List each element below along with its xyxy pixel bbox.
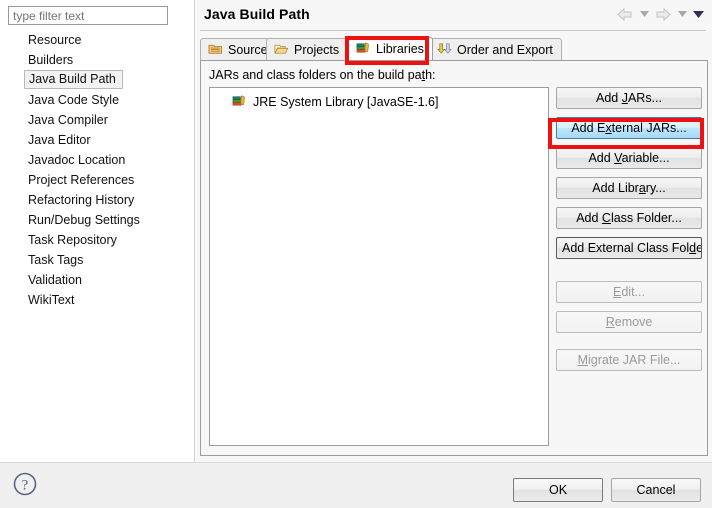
sidebar-item-wikitext[interactable]: WikiText: [0, 290, 194, 310]
button-label-mnemonic: M: [577, 353, 589, 367]
preferences-sidebar: ResourceBuildersJava Build PathJava Code…: [0, 0, 194, 462]
tab-libraries[interactable]: Libraries: [348, 37, 433, 60]
tab-label: Libraries: [376, 42, 424, 56]
filter-input[interactable]: [8, 6, 168, 25]
button-label-pre: Add E: [571, 121, 606, 135]
button-label-post: ry...: [645, 181, 666, 195]
dialog-button-bar: ?: [0, 462, 712, 508]
sidebar-item-task-tags[interactable]: Task Tags: [0, 250, 194, 270]
tabstrip-underline: [200, 60, 708, 61]
preference-page-content: Java Build Path Source Projects Librarie…: [196, 0, 712, 462]
sidebar-item-java-compiler[interactable]: Java Compiler: [0, 110, 194, 130]
sidebar-item-java-editor[interactable]: Java Editor: [0, 130, 194, 150]
tab-label: Order and Export: [457, 42, 553, 57]
add-variable-button[interactable]: Add Variable...: [556, 147, 702, 169]
migrate-jar-file-button: Migrate JAR File...: [556, 349, 702, 371]
sidebar-item-builders[interactable]: Builders: [0, 50, 194, 70]
button-label-mnemonic: C: [601, 211, 611, 225]
button-label-post: ariable...: [621, 151, 670, 165]
tab-label: Projects: [294, 42, 340, 57]
cancel-button[interactable]: Cancel: [611, 478, 701, 502]
add-external-class-folder-button[interactable]: Add External Class Folder...: [556, 237, 702, 259]
sidebar-item-java-code-style[interactable]: Java Code Style: [0, 90, 194, 110]
forward-history-chevron-down-icon[interactable]: [676, 6, 688, 22]
sidebar-item-validation[interactable]: Validation: [0, 270, 194, 290]
sidebar-item-run-debug-settings[interactable]: Run/Debug Settings: [0, 210, 194, 230]
page-navigation: [616, 6, 704, 22]
page-menu-chevron-down-icon[interactable]: [692, 6, 704, 22]
sidebar-item-project-references[interactable]: Project References: [0, 170, 194, 190]
button-label-post: lass Folder...: [610, 211, 682, 225]
button-label-post: igrate JAR File...: [588, 353, 681, 367]
tab-order-and-export[interactable]: Order and Export: [429, 38, 562, 60]
books-icon: [232, 93, 247, 111]
build-path-entries-list[interactable]: JRE System Library [JavaSE-1.6]: [209, 87, 549, 446]
ok-button[interactable]: OK: [513, 478, 603, 502]
button-label-pre: Add: [576, 211, 602, 225]
preferences-dialog: ResourceBuildersJava Build PathJava Code…: [0, 0, 712, 508]
button-label-mnemonic: R: [605, 315, 615, 329]
sidebar-item-java-build-path[interactable]: Java Build Path: [24, 70, 123, 89]
button-label-pre: Add: [588, 151, 615, 165]
button-label-post: dit...: [621, 285, 645, 299]
jar-list-label: JARs and class folders on the build path…: [209, 68, 436, 82]
jar-list-label-pre: JARs and class folders on the build pa: [209, 68, 422, 82]
back-arrow-icon[interactable]: [616, 6, 634, 22]
preference-page-tree[interactable]: Resource Builders Java Build Path Java Code…: [0, 30, 194, 310]
help-question-icon[interactable]: ?: [12, 471, 40, 499]
button-label-post: er...: [696, 241, 701, 255]
build-path-entry-row[interactable]: JRE System Library [JavaSE-1.6]: [210, 92, 548, 112]
button-label-mnemonic: V: [614, 151, 622, 165]
build-path-entry-label: JRE System Library [JavaSE-1.6]: [253, 95, 439, 109]
tabstrip: Source Projects Libraries Order and Export: [200, 37, 708, 60]
libraries-tab-panel: JARs and class folders on the build path…: [200, 60, 708, 456]
button-label-pre: Add External Class Fol: [562, 241, 690, 255]
edit-button: Edit...: [556, 281, 702, 303]
button-label-mnemonic: a: [638, 181, 646, 195]
add-library-button[interactable]: Add Library...: [556, 177, 702, 199]
button-label-pre: Add Libr: [592, 181, 639, 195]
add-class-folder-button[interactable]: Add Class Folder...: [556, 207, 702, 229]
button-label-post: emove: [614, 315, 653, 329]
jar-list-label-post: h:: [425, 68, 436, 82]
build-path-action-buttons: Add JARs... Add External JARs... Add Varia…: [556, 87, 702, 379]
sidebar-item-refactoring-history[interactable]: Refactoring History: [0, 190, 194, 210]
tab-projects[interactable]: Projects: [266, 38, 349, 60]
forward-arrow-icon[interactable]: [654, 6, 672, 22]
remove-button: Remove: [556, 311, 702, 333]
add-external-jars-button[interactable]: Add External JARs...: [556, 117, 702, 139]
sidebar-item-task-repository[interactable]: Task Repository: [0, 230, 194, 250]
books-icon: [356, 40, 371, 58]
button-label-pre: Add: [595, 91, 622, 105]
source-package-icon: [208, 41, 223, 59]
svg-text:?: ?: [22, 478, 29, 494]
tab-label: Source: [228, 42, 268, 57]
order-export-icon: [437, 41, 452, 59]
button-label-post: ARs...: [627, 91, 662, 105]
page-title: Java Build Path: [204, 6, 310, 22]
back-history-chevron-down-icon[interactable]: [638, 6, 650, 22]
sidebar-item-resource[interactable]: Resource: [0, 30, 194, 50]
add-jars-button[interactable]: Add JARs...: [556, 87, 702, 109]
title-separator: [200, 30, 706, 31]
open-folder-icon: [274, 41, 289, 59]
button-label-post: ternal JARs...: [611, 121, 687, 135]
sidebar-item-javadoc-location[interactable]: Javadoc Location: [0, 150, 194, 170]
